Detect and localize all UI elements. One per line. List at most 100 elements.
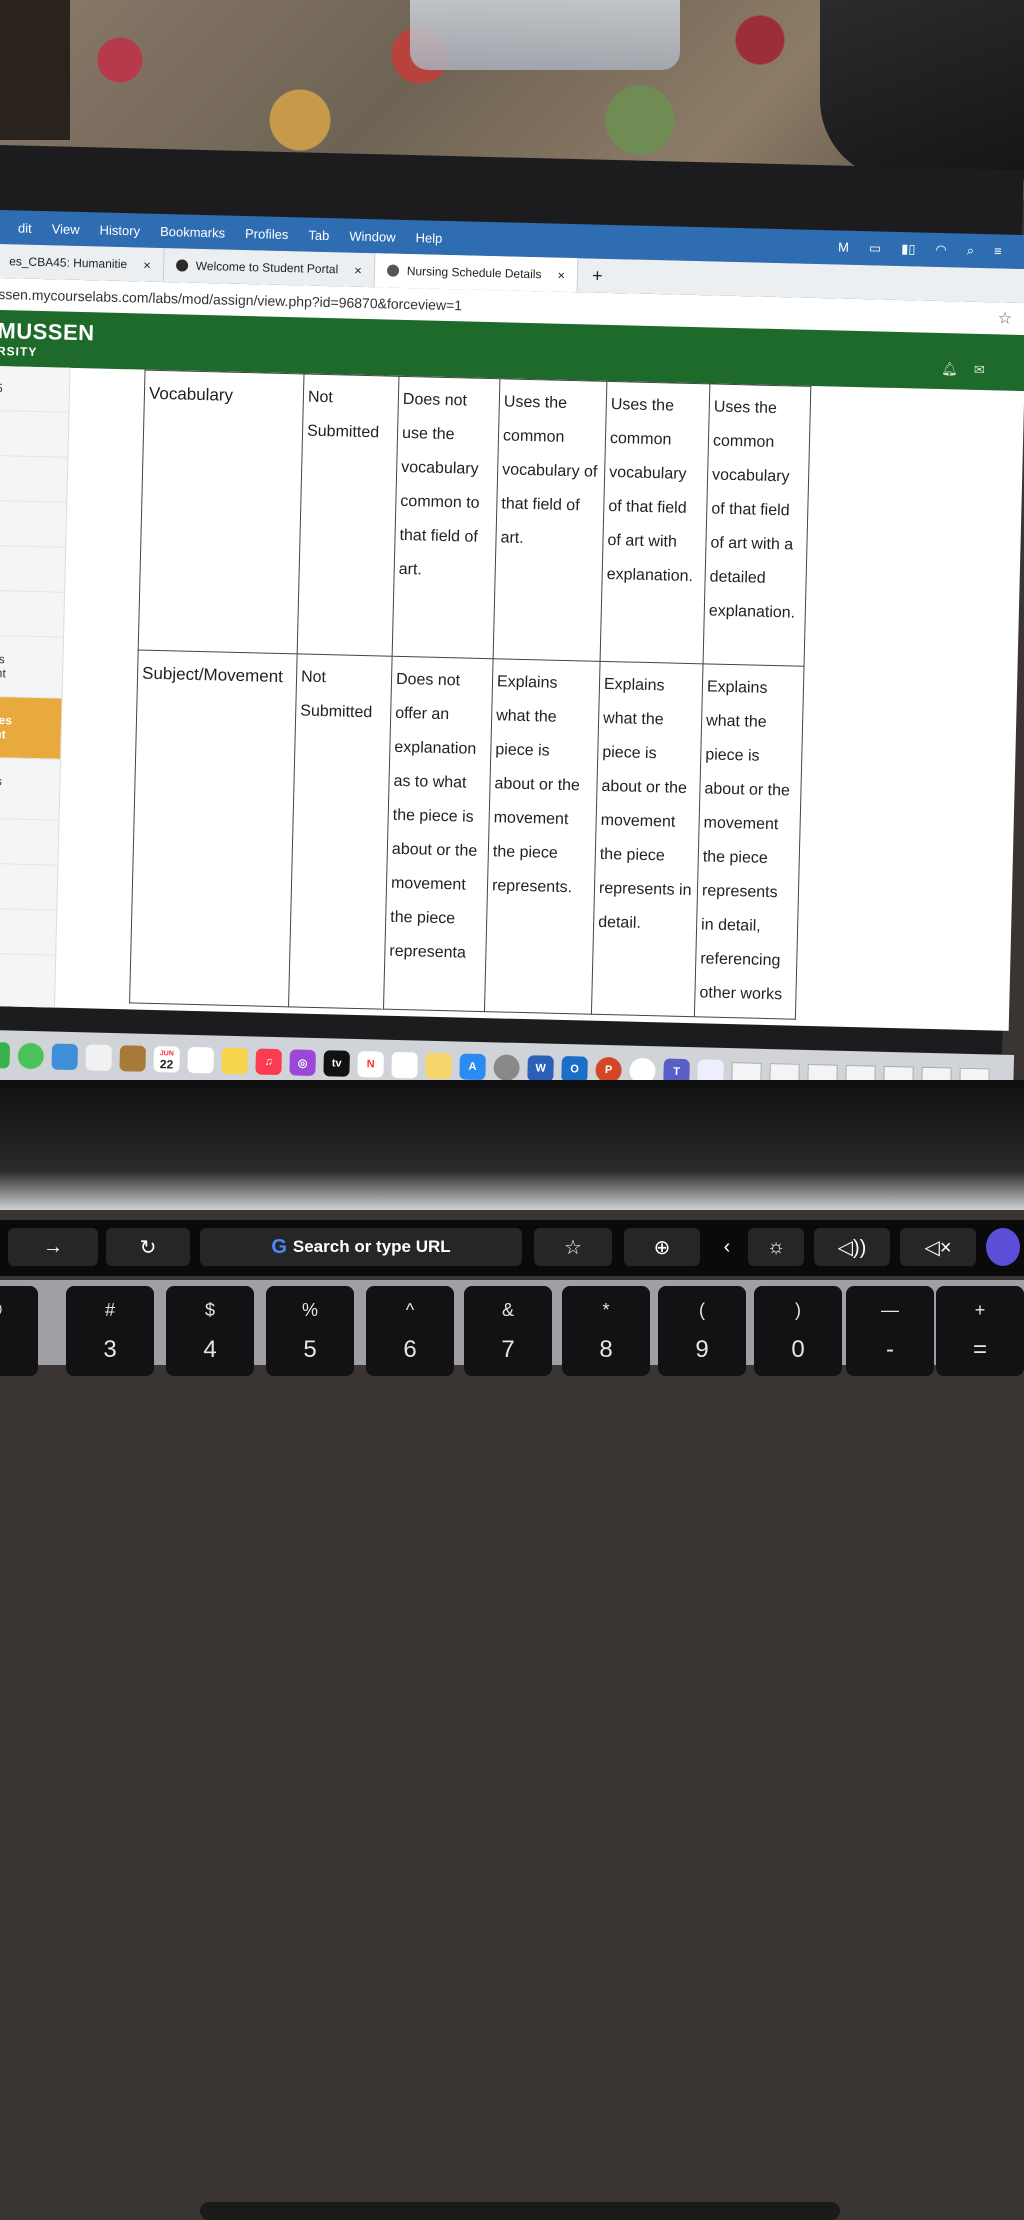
sidebar-item[interactable]	[0, 500, 67, 548]
menu-edit[interactable]: dit	[18, 220, 32, 235]
table-row: Subject/Movement Not Submitted Does not …	[129, 650, 805, 1020]
touch-bar: → ↻ G Search or type URL ☆ ⊕ ‹ ☼ ◁)) ◁×	[0, 1220, 1024, 1276]
podcasts-icon[interactable]: ◎	[289, 1049, 316, 1076]
rubric-cell: Does not use the vocabulary common to th…	[392, 376, 500, 659]
music-icon[interactable]: ♫	[255, 1048, 282, 1076]
numbers-icon[interactable]	[391, 1051, 418, 1079]
message-icon[interactable]: ✉	[974, 362, 985, 378]
key-shift-label: %	[301, 1300, 318, 1320]
key-5[interactable]: % 5	[266, 1286, 354, 1376]
key-3[interactable]: #3	[66, 1286, 154, 1376]
menu-profiles[interactable]: Profiles	[245, 226, 289, 242]
key-shift-label: #	[104, 1300, 115, 1320]
sidebar-item-sublabel: nt	[0, 788, 59, 804]
sidebar-item[interactable]	[0, 818, 59, 866]
system-preferences-icon[interactable]	[493, 1054, 520, 1081]
bookmark-star-icon[interactable]: ☆	[534, 1228, 612, 1266]
criterion-cell: Vocabulary	[138, 370, 304, 654]
key-2[interactable]: @2	[0, 1286, 38, 1376]
menu-history[interactable]: History	[99, 222, 140, 238]
sidebar-item-sublabel: ent	[0, 665, 6, 681]
key-label: =	[972, 1336, 987, 1363]
sidebar-item[interactable]: 5	[0, 365, 70, 413]
word-icon[interactable]: W	[527, 1055, 554, 1082]
facetime-icon[interactable]	[0, 1041, 11, 1069]
mute-icon[interactable]: ◁×	[900, 1228, 976, 1266]
sidebar-item-label: ies	[0, 651, 5, 667]
sidebar-item-activities[interactable]: ies nt	[0, 757, 61, 821]
menu-bookmarks[interactable]: Bookmarks	[160, 223, 225, 240]
new-tab-icon[interactable]: ⊕	[624, 1228, 700, 1266]
key-6[interactable]: ^ 6	[366, 1286, 454, 1376]
key-7[interactable]: & 7	[464, 1286, 552, 1376]
sidebar-item[interactable]	[0, 455, 68, 503]
sidebar-item-activities[interactable]: ies ent	[0, 635, 63, 699]
bookmark-star-icon[interactable]: ☆	[997, 308, 1012, 328]
collapse-chevron-icon[interactable]: ‹	[712, 1228, 742, 1266]
key-8[interactable]: * 8	[562, 1286, 650, 1376]
menu-help[interactable]: Help	[415, 230, 442, 246]
key-shift-label: +	[974, 1300, 986, 1320]
app-store-icon[interactable]: A	[459, 1053, 486, 1081]
rubric-cell: Explains what the piece is about or the …	[591, 661, 704, 1017]
control-center-icon[interactable]: ≡	[994, 243, 1002, 259]
close-icon[interactable]: ×	[143, 257, 151, 272]
pages-icon[interactable]	[425, 1052, 452, 1080]
search-icon[interactable]: ⌕	[967, 243, 975, 259]
reload-icon[interactable]: ↻	[106, 1228, 190, 1266]
touchbar-search-field[interactable]: G Search or type URL	[200, 1228, 522, 1266]
wifi-icon[interactable]: ◠	[935, 242, 947, 258]
table-row: Vocabulary Not Submitted Does not use th…	[138, 370, 811, 667]
forward-arrow-icon[interactable]: →	[8, 1228, 98, 1266]
close-icon[interactable]: ×	[354, 262, 362, 277]
news-icon[interactable]: N	[357, 1051, 384, 1078]
brand-subtitle: RSITY	[0, 343, 38, 359]
app-status-icon[interactable]: M	[838, 240, 849, 256]
close-icon[interactable]: ×	[557, 267, 565, 282]
tab-nursing-schedule[interactable]: Nursing Schedule Details ×	[374, 253, 579, 293]
menu-tab[interactable]: Tab	[308, 227, 329, 243]
outlook-icon[interactable]: O	[561, 1056, 588, 1083]
key-4[interactable]: $4	[166, 1286, 254, 1376]
course-sidebar: 5 ies ent ities ent ies nt	[0, 365, 71, 1008]
menu-view[interactable]: View	[52, 221, 80, 237]
sidebar-item[interactable]	[0, 410, 69, 458]
sidebar-item[interactable]	[0, 908, 57, 956]
battery-icon[interactable]: ▮▯	[901, 241, 916, 257]
key-label: -	[886, 1336, 894, 1363]
reminders-icon[interactable]	[187, 1046, 215, 1074]
sidebar-item-label: 5	[0, 380, 3, 396]
key-0[interactable]: ) 0	[754, 1286, 842, 1376]
tab-student-portal[interactable]: Welcome to Student Portal ×	[163, 248, 376, 288]
apple-tv-icon[interactable]: tv	[323, 1050, 350, 1077]
sidebar-item[interactable]	[0, 590, 65, 638]
url-text[interactable]: ssen.mycourselabs.com/labs/mod/assign/vi…	[0, 286, 462, 313]
brand-logo[interactable]: MUSSEN	[0, 318, 95, 346]
key-label: 5	[303, 1336, 317, 1363]
bell-icon[interactable]: 🔔︎	[941, 361, 958, 377]
storage-bin	[410, 0, 680, 70]
key-minus[interactable]: — -	[846, 1286, 934, 1376]
volume-icon[interactable]: ◁))	[814, 1228, 890, 1266]
sidebar-item-activities-active[interactable]: ities ent	[0, 696, 62, 760]
laptop-screen: dit View History Bookmarks Profiles Tab …	[0, 145, 1024, 1106]
key-equals[interactable]: + =	[936, 1286, 1024, 1376]
sidebar-item-label: ies	[0, 774, 60, 790]
maps-icon[interactable]	[51, 1043, 79, 1071]
sidebar-item[interactable]	[0, 545, 66, 593]
menu-window[interactable]: Window	[349, 228, 396, 244]
brightness-icon[interactable]: ☼	[748, 1228, 804, 1266]
sidebar-item[interactable]	[0, 863, 58, 911]
messages-icon[interactable]	[17, 1042, 45, 1070]
rubric-cell: Explains what the piece is about or the …	[484, 658, 601, 1015]
siri-icon[interactable]	[986, 1228, 1020, 1266]
calendar-icon[interactable]: JUN 22	[153, 1046, 181, 1073]
tab-humanities[interactable]: es_CBA45: Humanitie ×	[0, 243, 165, 283]
new-tab-button[interactable]: +	[592, 265, 603, 286]
display-icon[interactable]: ▭	[869, 240, 882, 256]
notes-icon[interactable]	[221, 1047, 249, 1075]
key-9[interactable]: (9	[658, 1286, 746, 1376]
rubric-cell: Does not offer an explanation as to what…	[383, 656, 494, 1012]
contacts-icon[interactable]	[119, 1045, 147, 1072]
photos-icon[interactable]	[85, 1044, 113, 1071]
